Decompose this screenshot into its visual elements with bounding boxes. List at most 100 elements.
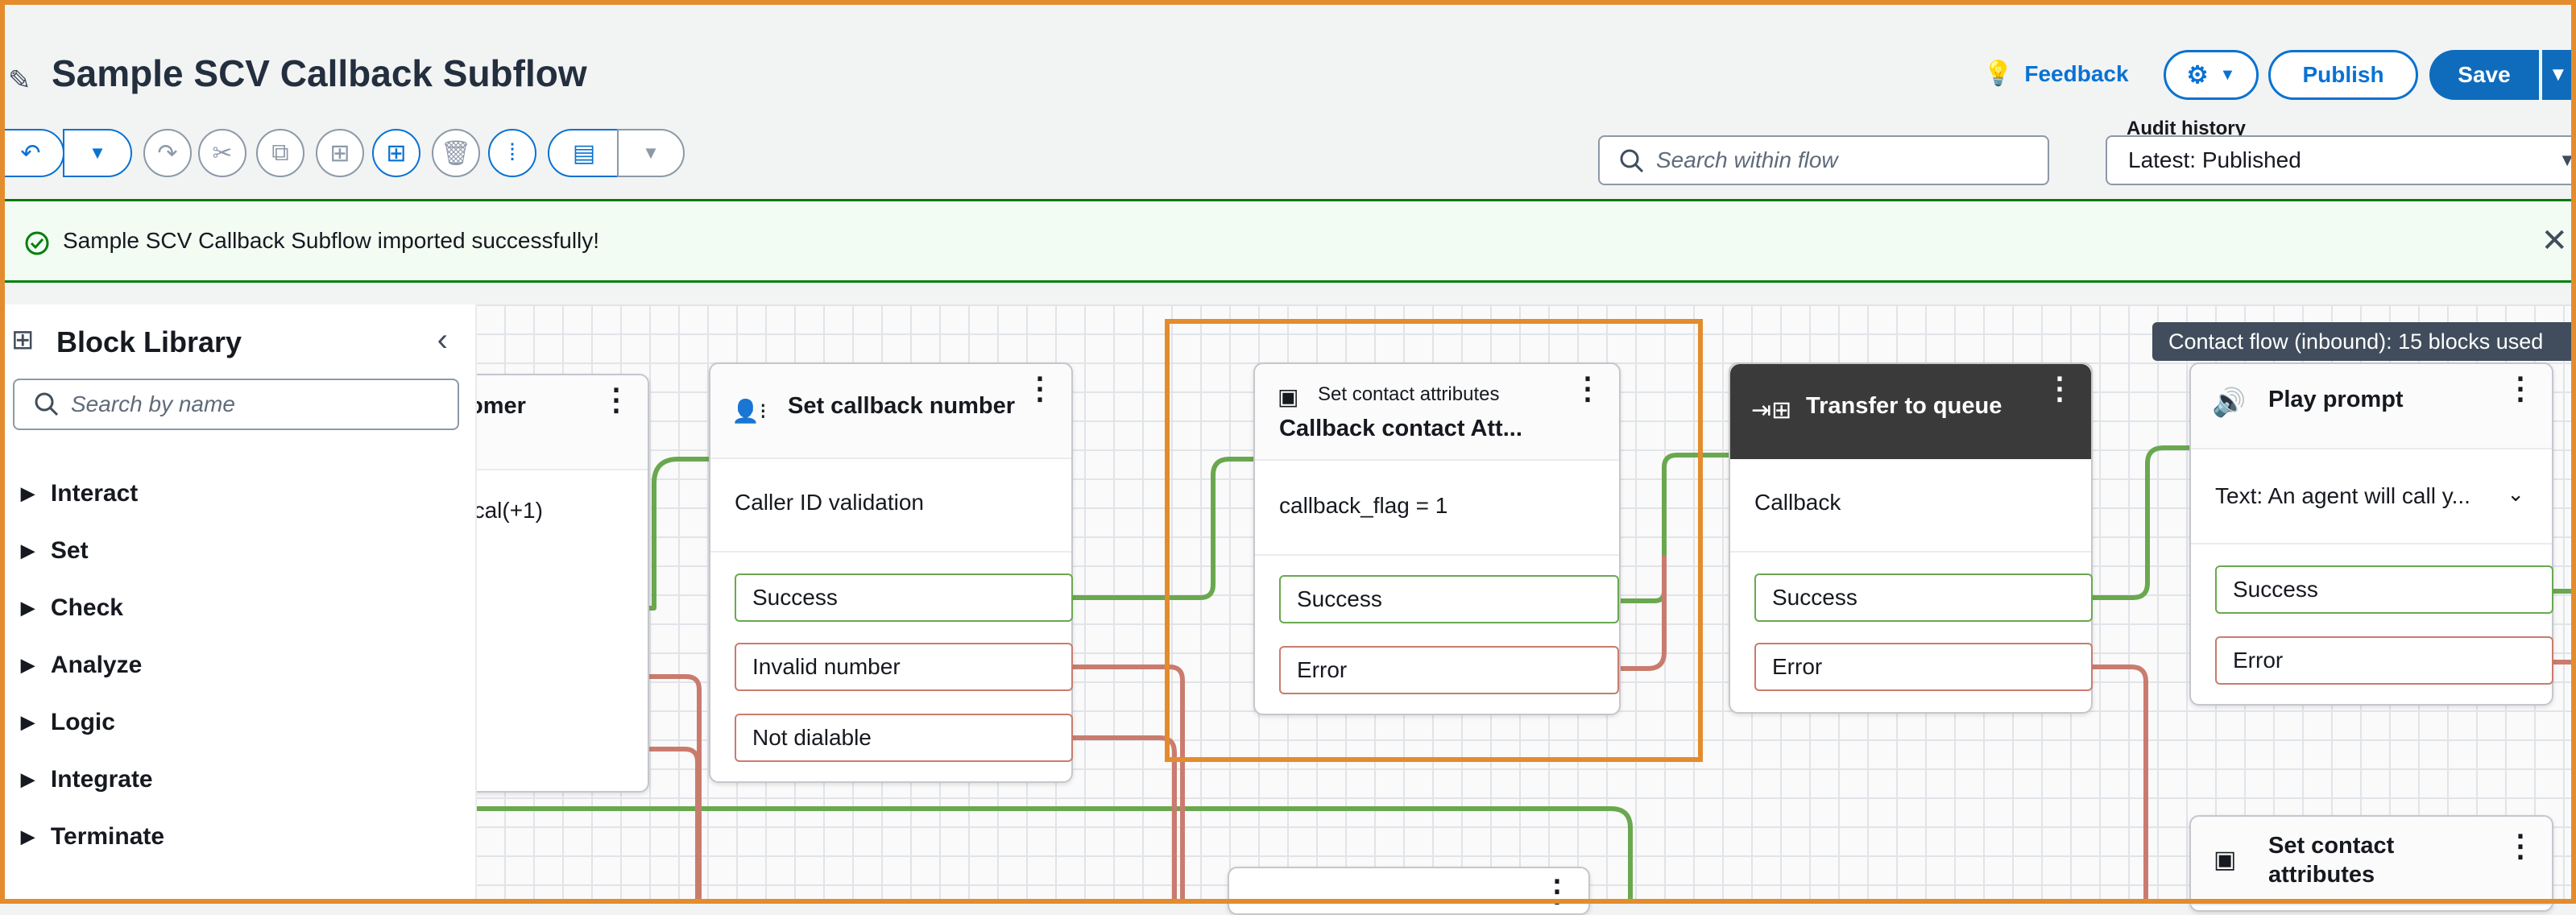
branch-label: Not dialable bbox=[752, 725, 872, 750]
branch-error: Error bbox=[1754, 643, 2093, 691]
speaker-icon: 🔊 bbox=[2212, 387, 2247, 418]
edit-pencil-icon[interactable]: ✎ bbox=[8, 64, 31, 97]
block-title-line1: Set contact bbox=[2268, 833, 2395, 859]
transfer-to-queue-block[interactable]: ⇥⊞ Transfer to queue ⋮ Callback Success … bbox=[1729, 362, 2093, 714]
category-check[interactable]: ▶ Check bbox=[21, 594, 123, 622]
more-vertical-icon[interactable]: ⋮ bbox=[2044, 374, 2075, 404]
audit-history-select[interactable]: Latest: Published ▼ bbox=[2106, 135, 2576, 185]
caret-down-icon: ▼ bbox=[2219, 65, 2236, 84]
category-label: Integrate bbox=[50, 766, 153, 793]
category-label: Interact bbox=[50, 480, 139, 507]
flow-search-input[interactable]: Search within flow bbox=[1598, 135, 2049, 185]
more-vertical-icon[interactable]: ⋮ bbox=[601, 385, 632, 416]
flow-header: ✎ Sample SCV Callback Subflow ↶ ▼ ↷ ✂ ⧉ … bbox=[0, 0, 2576, 197]
branch-label: Error bbox=[2233, 648, 2284, 673]
search-icon bbox=[35, 392, 59, 416]
branch-success: Success bbox=[735, 573, 1073, 622]
block-text: callback_flag = 1 bbox=[1279, 493, 1448, 518]
category-logic[interactable]: ▶ Logic bbox=[21, 709, 115, 736]
block-title: Callback contact Att... bbox=[1279, 416, 1522, 441]
block-title: Set callback number bbox=[788, 393, 1016, 419]
block-header bbox=[1255, 364, 1619, 461]
caret-down-icon: ▼ bbox=[2558, 150, 2576, 170]
category-label: Analyze bbox=[50, 652, 143, 678]
redo-button[interactable]: ↷ bbox=[143, 129, 192, 177]
library-title: Block Library bbox=[56, 325, 242, 358]
scissors-icon: ✂ bbox=[212, 139, 233, 167]
grid-icon: ⊞ bbox=[386, 139, 407, 167]
category-integrate[interactable]: ▶ Integrate bbox=[21, 766, 153, 793]
search-icon bbox=[1620, 149, 1644, 173]
set-callback-number-block[interactable]: 👤⁝ Set callback number ⋮ Caller ID valid… bbox=[709, 362, 1073, 783]
library-search-input[interactable]: Search by name bbox=[13, 379, 459, 430]
feedback-link[interactable]: 💡 Feedback bbox=[1983, 60, 2129, 88]
set-contact-attributes-block-2[interactable]: ▣ Set contact attributes ⋮ bbox=[2189, 815, 2553, 912]
branch-success: Success bbox=[1754, 573, 2093, 622]
settings-button[interactable]: ⚙ ▼ bbox=[2164, 50, 2259, 100]
copy-button[interactable]: ⧉ bbox=[256, 129, 304, 177]
notes-dropdown-button[interactable]: ▼ bbox=[617, 129, 685, 177]
category-label: Terminate bbox=[50, 823, 165, 850]
delete-button[interactable]: 🗑 bbox=[432, 129, 480, 177]
more-vertical-icon[interactable]: ⋮ bbox=[1572, 374, 1603, 404]
branch-label: Error bbox=[1772, 654, 1823, 679]
undo-button[interactable]: ↶ bbox=[0, 129, 64, 177]
drag-dots-icon: ⁞ bbox=[508, 139, 516, 166]
branch-invalid-number: Invalid number bbox=[735, 643, 1073, 691]
publish-button[interactable]: Publish bbox=[2268, 50, 2418, 100]
select-all-button[interactable]: ⊞ bbox=[372, 129, 420, 177]
play-prompt-block[interactable]: 🔊 Play prompt ⋮ Text: An agent will call… bbox=[2189, 362, 2553, 706]
caret-right-icon: ▶ bbox=[21, 655, 35, 675]
undo-dropdown-button[interactable]: ▼ bbox=[63, 129, 132, 177]
category-label: Logic bbox=[50, 709, 115, 735]
category-set[interactable]: ▶ Set bbox=[21, 537, 89, 565]
branch-label: Success bbox=[1772, 585, 1857, 610]
notes-button[interactable]: ▤ bbox=[548, 129, 620, 177]
branch-error: Error bbox=[2215, 636, 2553, 685]
set-contact-attributes-block[interactable]: ▣ Set contact attributes Callback contac… bbox=[1253, 362, 1621, 715]
blocks-used-tooltip: Contact flow (inbound): 15 blocks used bbox=[2152, 322, 2576, 361]
feedback-label: Feedback bbox=[2024, 60, 2129, 86]
arrange-button[interactable]: ⁞ bbox=[488, 129, 536, 177]
caret-down-icon: ▼ bbox=[89, 143, 106, 163]
save-button[interactable]: Save bbox=[2429, 50, 2539, 100]
close-icon[interactable]: ✕ bbox=[2541, 222, 2568, 259]
branch-label: Success bbox=[1297, 586, 1382, 611]
category-terminate[interactable]: ▶ Terminate bbox=[21, 823, 164, 851]
caret-right-icon: ▶ bbox=[21, 540, 35, 561]
block-title-line2: attributes bbox=[2268, 862, 2375, 888]
branch-not-dialable: Not dialable bbox=[735, 714, 1073, 762]
branch-success: Success bbox=[2215, 565, 2553, 614]
contact-card-icon: ▣ bbox=[2214, 847, 2237, 873]
category-label: Set bbox=[50, 537, 89, 564]
library-search-placeholder: Search by name bbox=[71, 391, 235, 416]
gear-icon: ⚙ bbox=[2186, 61, 2209, 89]
block-title: omer bbox=[469, 393, 526, 419]
phone-user-icon: 👤⁝ bbox=[731, 399, 767, 424]
contact-card-icon: ▣ bbox=[1278, 384, 1299, 409]
check-circle-icon bbox=[25, 231, 49, 255]
block-title: Transfer to queue bbox=[1806, 393, 2002, 419]
duplicate-button[interactable]: ⊞ bbox=[316, 129, 364, 177]
partial-block-bottom[interactable]: ⋮ bbox=[1228, 867, 1590, 915]
save-dropdown-button[interactable]: ▼ bbox=[2542, 50, 2576, 100]
block-subtitle: Set contact attributes bbox=[1318, 383, 1500, 405]
lightbulb-icon: 💡 bbox=[1983, 60, 2014, 87]
cut-button[interactable]: ✂ bbox=[198, 129, 246, 177]
chevron-left-icon[interactable]: ‹ bbox=[437, 322, 448, 358]
page-title: Sample SCV Callback Subflow bbox=[52, 52, 587, 94]
more-vertical-icon[interactable]: ⋮ bbox=[1542, 876, 1572, 907]
caret-down-icon: ▼ bbox=[642, 143, 660, 163]
note-icon: ▤ bbox=[572, 139, 596, 167]
category-interact[interactable]: ▶ Interact bbox=[21, 480, 138, 507]
trash-icon: 🗑 bbox=[440, 139, 472, 167]
branch-success: Success bbox=[1279, 575, 1619, 623]
chevron-down-icon[interactable]: ⌄ bbox=[2507, 482, 2524, 507]
more-vertical-icon[interactable]: ⋮ bbox=[2505, 831, 2536, 862]
block-header bbox=[2191, 817, 2552, 905]
undo-icon: ↶ bbox=[20, 139, 41, 167]
copy-icon: ⧉ bbox=[271, 139, 289, 166]
more-vertical-icon[interactable]: ⋮ bbox=[2505, 374, 2536, 404]
more-vertical-icon[interactable]: ⋮ bbox=[1025, 374, 1055, 404]
category-analyze[interactable]: ▶ Analyze bbox=[21, 652, 142, 679]
